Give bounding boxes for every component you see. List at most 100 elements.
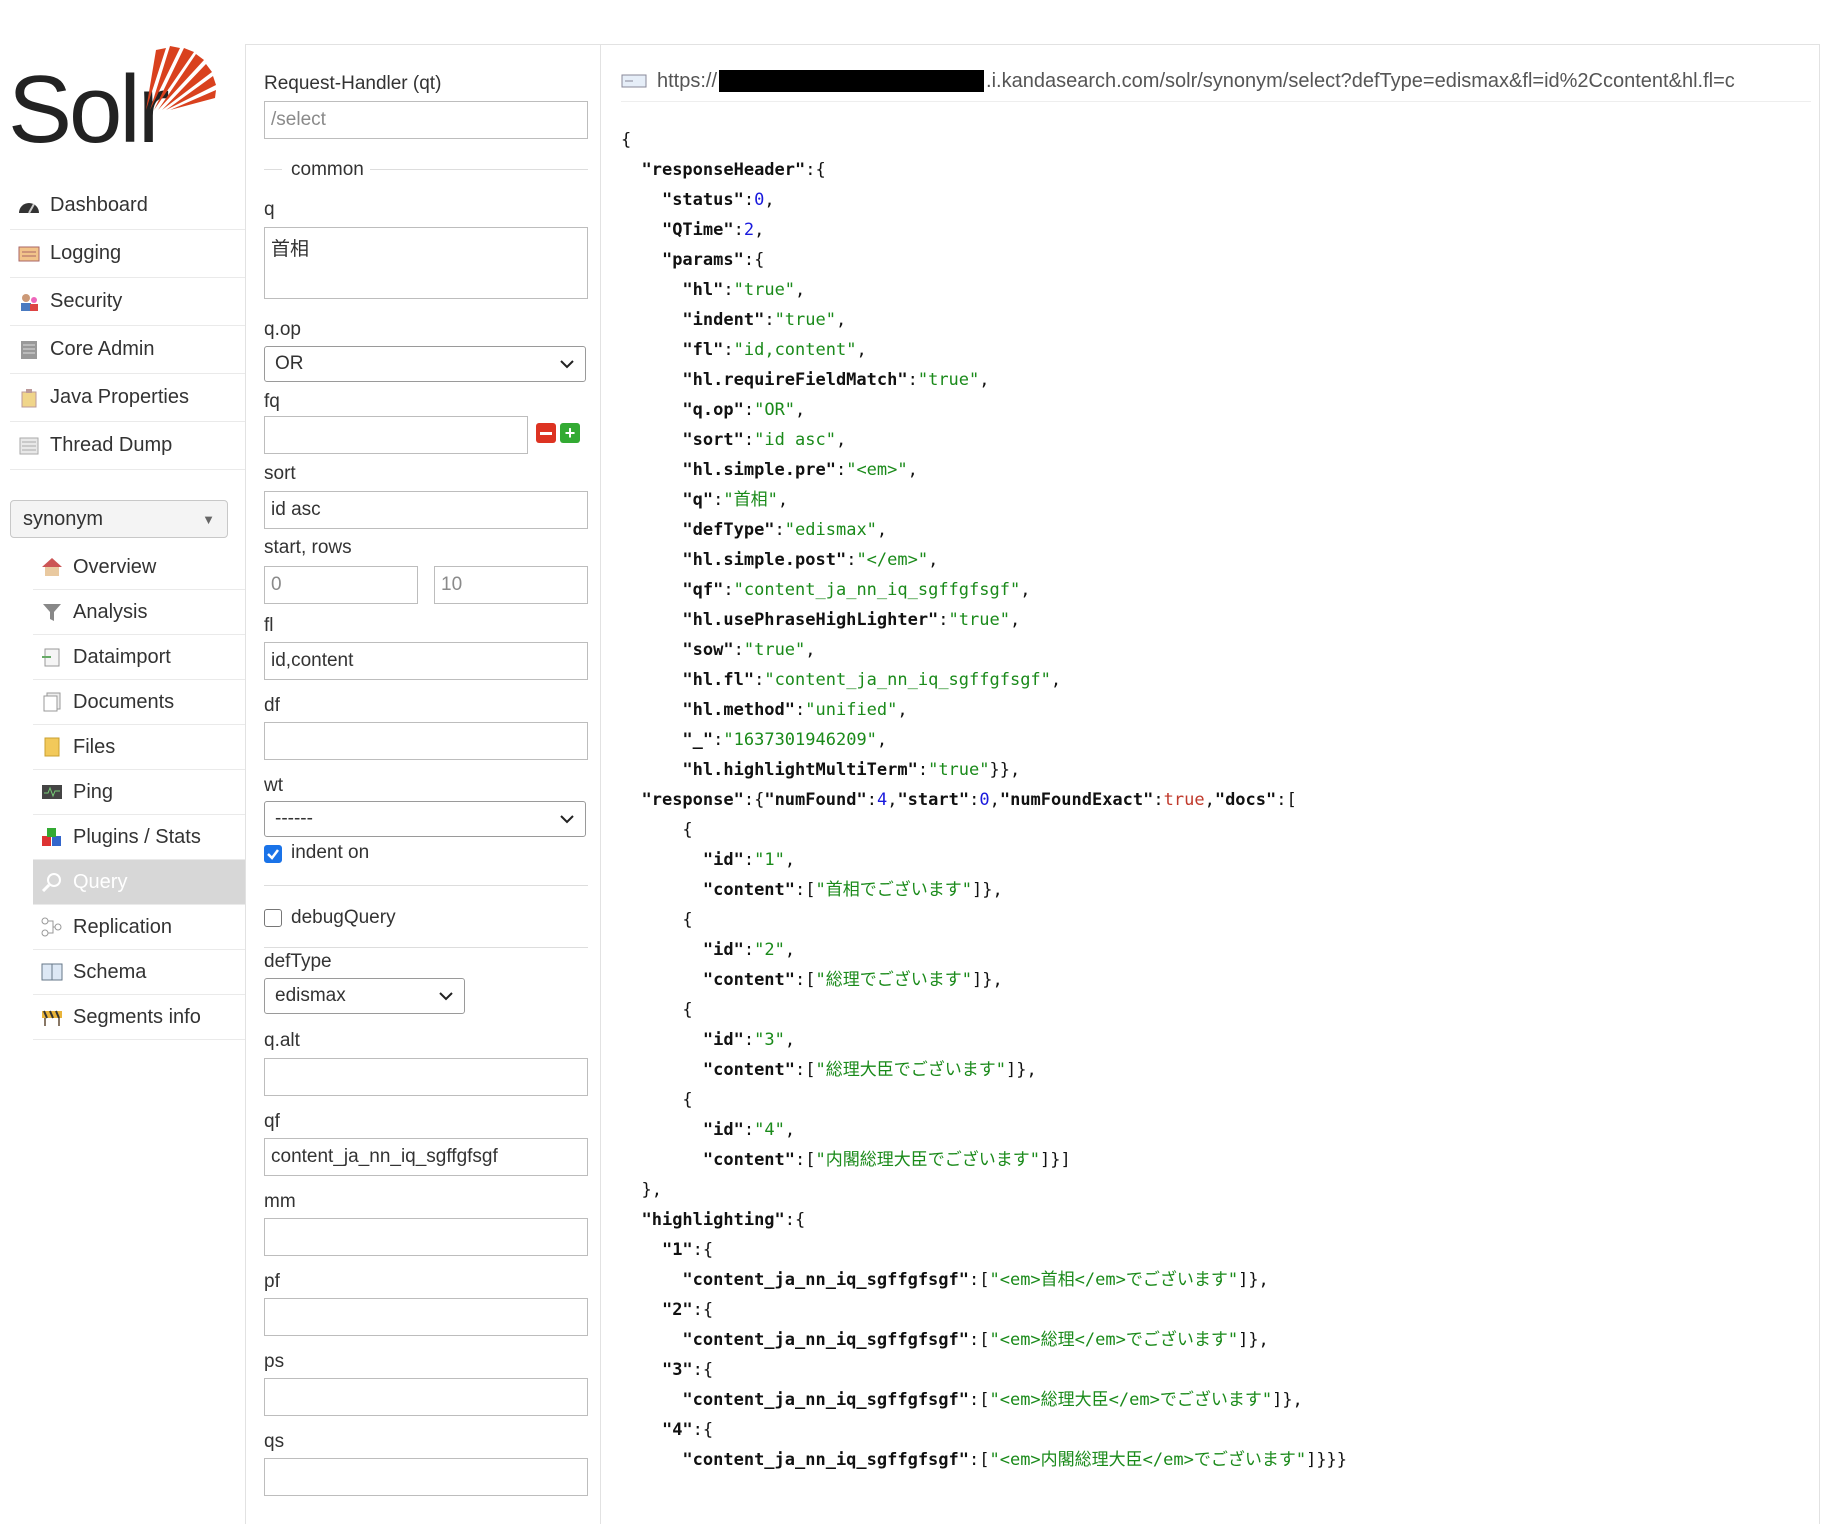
json-token: "content"	[702, 880, 796, 900]
ps-input[interactable]	[264, 1378, 588, 1416]
query-icon	[39, 871, 65, 893]
json-token: 0	[979, 790, 990, 810]
plugins-icon	[39, 826, 65, 848]
sort-input[interactable]: id asc	[264, 491, 588, 529]
nav-logging[interactable]: Logging	[10, 230, 245, 278]
json-token: "id"	[702, 1030, 744, 1050]
nav-label: Documents	[73, 690, 175, 713]
start-input[interactable]: 0	[264, 566, 418, 604]
dashboard-icon	[16, 195, 42, 217]
json-token: :	[754, 670, 765, 690]
json-token: "true"	[743, 640, 806, 660]
nav-security[interactable]: Security	[10, 278, 245, 326]
q-textarea[interactable]: 首相	[264, 227, 588, 299]
qt-input[interactable]: /select	[264, 101, 588, 139]
pf-input[interactable]	[264, 1298, 588, 1336]
json-line: "2":{	[621, 1295, 1811, 1325]
nav-core-admin[interactable]: Core Admin	[10, 326, 245, 374]
json-token: "</em>"	[856, 550, 929, 570]
json-token: ]}}}	[1306, 1450, 1348, 1470]
json-line: "hl.requireFieldMatch":"true",	[621, 365, 1811, 395]
nav-segments-info[interactable]: Segments info	[33, 995, 245, 1040]
fl-input[interactable]: id,content	[264, 642, 588, 680]
nav-files[interactable]: Files	[33, 725, 245, 770]
qop-label: q.op	[264, 319, 301, 340]
nav-overview[interactable]: Overview	[33, 545, 245, 590]
query-form: Request-Handler (qt) /select common q 首相…	[245, 44, 601, 1524]
json-token: "params"	[661, 250, 744, 270]
json-line: "q":"首相",	[621, 485, 1811, 515]
indent-checkbox[interactable]	[264, 845, 282, 863]
nav-thread-dump[interactable]: Thread Dump	[10, 422, 245, 470]
json-token: "hl.usePhraseHighLighter"	[682, 610, 939, 630]
json-token: "id asc"	[754, 430, 836, 450]
json-line: {	[621, 1085, 1811, 1115]
json-token: "1637301946209"	[723, 730, 877, 750]
nav-replication[interactable]: Replication	[33, 905, 245, 950]
nav-dashboard[interactable]: Dashboard	[10, 182, 245, 230]
remove-fq-icon[interactable]	[536, 423, 556, 443]
json-token: ,	[876, 730, 888, 750]
core-admin-icon	[16, 339, 42, 361]
qalt-input[interactable]	[264, 1058, 588, 1096]
json-line: {	[621, 995, 1811, 1025]
qf-input[interactable]: content_ja_nn_iq_sgffgfsgf	[264, 1138, 588, 1176]
wt-select[interactable]: ------	[264, 801, 586, 837]
nav-dataimport[interactable]: Dataimport	[33, 635, 245, 680]
qalt-label: q.alt	[264, 1030, 300, 1051]
json-token: :	[938, 610, 949, 630]
json-token: :	[723, 580, 734, 600]
rows-input[interactable]: 10	[434, 566, 588, 604]
q-value: 首相	[271, 239, 310, 260]
qop-select[interactable]: OR	[264, 346, 586, 382]
json-line: "defType":"edismax",	[621, 515, 1811, 545]
deftype-select[interactable]: edismax	[264, 978, 465, 1014]
json-token: "2"	[661, 1300, 693, 1320]
json-token: ,	[1050, 670, 1062, 690]
nav-analysis[interactable]: Analysis	[33, 590, 245, 635]
thread-dump-icon	[16, 435, 42, 457]
nav-documents[interactable]: Documents	[33, 680, 245, 725]
debugquery-checkbox[interactable]	[264, 909, 282, 927]
nav-plugins-stats[interactable]: Plugins / Stats	[33, 815, 245, 860]
json-token: :	[713, 730, 724, 750]
nav-query[interactable]: Query	[33, 860, 245, 905]
json-token: :[	[969, 1270, 990, 1290]
json-line: "content_ja_nn_iq_sgffgfsgf":["<em>内閣総理大…	[621, 1445, 1811, 1475]
json-token: "hl.requireFieldMatch"	[682, 370, 908, 390]
mm-input[interactable]	[264, 1218, 588, 1256]
json-token: "hl.method"	[682, 700, 796, 720]
json-token: "<em>総理</em>でございます"	[989, 1330, 1239, 1350]
nav-java-properties[interactable]: Java Properties	[10, 374, 245, 422]
nav-schema[interactable]: Schema	[33, 950, 245, 995]
json-line: "content":["総理大臣でございます"]},	[621, 1055, 1811, 1085]
json-token: "<em>首相</em>でございます"	[989, 1270, 1239, 1290]
json-token: },	[641, 1180, 662, 1200]
json-token: "docs"	[1214, 790, 1277, 810]
df-input[interactable]	[264, 722, 588, 760]
logging-icon	[16, 243, 42, 265]
checkmark-icon	[267, 849, 279, 860]
json-token: :	[743, 430, 755, 450]
qs-input[interactable]	[264, 1458, 588, 1496]
mm-label: mm	[264, 1191, 296, 1212]
json-line: "hl.method":"unified",	[621, 695, 1811, 725]
json-line: "fl":"id,content",	[621, 335, 1811, 365]
core-selector[interactable]: synonym ▼	[10, 500, 228, 538]
json-token: ,	[1020, 580, 1031, 600]
solr-logo[interactable]: Solr	[8, 40, 218, 158]
json-line: "hl.highlightMultiTerm":"true"}},	[621, 755, 1811, 785]
debugquery-label: debugQuery	[291, 907, 396, 928]
documents-icon	[39, 691, 65, 713]
request-url[interactable]: https:// .i.kandasearch.com/solr/synonym…	[621, 61, 1811, 102]
add-fq-icon[interactable]: +	[560, 423, 580, 443]
fq-input[interactable]	[264, 416, 528, 454]
json-token: "首相でございます"	[815, 880, 972, 900]
caret-down-icon: ▼	[202, 511, 215, 527]
json-token: :{	[692, 1360, 714, 1380]
json-token: true	[1163, 790, 1205, 810]
json-line: "id":"3",	[621, 1025, 1811, 1055]
nav-ping[interactable]: Ping	[33, 770, 245, 815]
json-token: :	[969, 790, 980, 810]
overview-icon	[39, 556, 65, 578]
